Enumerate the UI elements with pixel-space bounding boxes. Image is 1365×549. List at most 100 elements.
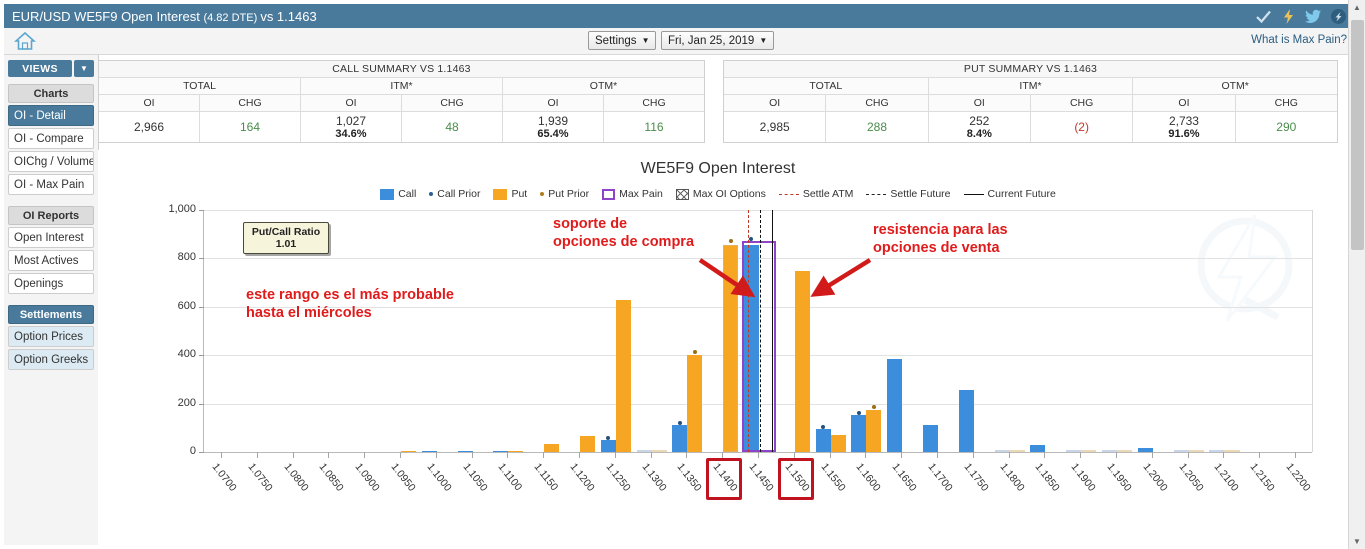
legend-item[interactable]: Call bbox=[380, 188, 416, 200]
x-tick bbox=[507, 452, 508, 458]
y-axis-label: 0 bbox=[136, 445, 196, 457]
legend-bar-swatch bbox=[380, 189, 394, 200]
sidebar-spacer bbox=[8, 197, 94, 206]
legend-line-swatch bbox=[964, 194, 984, 195]
call-bar bbox=[816, 429, 831, 452]
summary-group-row: TOTALITM*OTM* bbox=[724, 78, 1337, 95]
legend-item[interactable]: Settle Future bbox=[866, 188, 950, 200]
current-future-line bbox=[772, 210, 773, 452]
x-axis-label: 1.2050 bbox=[1176, 461, 1205, 494]
x-axis-label: 1.0700 bbox=[209, 461, 238, 494]
scroll-up-icon[interactable]: ▲ bbox=[1353, 3, 1361, 12]
legend-label: Call Prior bbox=[437, 188, 480, 200]
summary-value-cell: 48 bbox=[402, 112, 503, 142]
summary-value-cell: 288 bbox=[826, 112, 928, 142]
title-dte: (4.82 DTE) bbox=[203, 12, 260, 24]
chart-panel: WE5F9 Open Interest Call Call Prior Put Put… bbox=[98, 150, 1338, 545]
sidebar-item-oi-detail[interactable]: OI - Detail bbox=[8, 105, 94, 126]
y-axis-label: 1,000 bbox=[136, 203, 196, 215]
legend-item[interactable]: Put Prior bbox=[540, 188, 589, 200]
home-icon[interactable] bbox=[14, 31, 36, 51]
legend-label: Settle Future bbox=[890, 188, 950, 200]
legend-item[interactable]: Current Future bbox=[964, 188, 1056, 200]
sidebar-item-option-prices[interactable]: Option Prices bbox=[8, 326, 94, 347]
x-axis-label: 1.1000 bbox=[424, 461, 453, 494]
legend-item[interactable]: Put bbox=[493, 188, 527, 200]
x-tick bbox=[1080, 452, 1081, 458]
call-bar bbox=[672, 425, 687, 452]
call-bar bbox=[923, 425, 938, 452]
vertical-scrollbar[interactable]: ▲ ▼ bbox=[1348, 0, 1365, 549]
summary-column-header: OI bbox=[99, 95, 200, 112]
check-icon[interactable] bbox=[1255, 8, 1272, 25]
scroll-down-icon[interactable]: ▼ bbox=[1353, 537, 1361, 546]
x-axis-label: 1.1750 bbox=[961, 461, 990, 494]
summary-column-header: CHG bbox=[1236, 95, 1337, 112]
put-prior-marker bbox=[872, 405, 876, 409]
sidebar-item-open-interest[interactable]: Open Interest bbox=[8, 227, 94, 248]
x-tick bbox=[257, 452, 258, 458]
x-axis-label: 1.1950 bbox=[1105, 461, 1134, 494]
x-tick bbox=[400, 452, 401, 458]
x-axis-label: 1.1100 bbox=[496, 461, 525, 493]
views-row: VIEWS ▼ bbox=[8, 60, 94, 77]
put-prior-marker bbox=[729, 239, 733, 243]
legend-dot-swatch bbox=[540, 192, 544, 196]
summary-percent: 8.4% bbox=[967, 128, 992, 140]
x-axis-label: 1.1550 bbox=[818, 461, 847, 494]
legend-item[interactable]: Max OI Options bbox=[676, 188, 766, 200]
legend-label: Put Prior bbox=[548, 188, 589, 200]
call-bar bbox=[601, 440, 616, 452]
x-tick bbox=[937, 452, 938, 458]
y-axis-label: 400 bbox=[136, 348, 196, 360]
x-tick bbox=[472, 452, 473, 458]
quikstrike-icon[interactable] bbox=[1330, 8, 1347, 25]
sidebar-item-oichg-volume[interactable]: OIChg / Volume bbox=[8, 151, 94, 172]
x-axis: 1.07001.07501.08001.08501.09001.09501.10… bbox=[203, 452, 1313, 542]
views-dropdown-icon[interactable]: ▼ bbox=[74, 60, 94, 77]
sidebar-item-openings[interactable]: Openings bbox=[8, 273, 94, 294]
x-axis-label: 1.1850 bbox=[1033, 461, 1062, 494]
sidebar: VIEWS ▼ Charts OI - DetailOI - CompareOIC… bbox=[4, 55, 99, 545]
sidebar-group-header: Charts bbox=[8, 84, 94, 103]
scrollbar-thumb[interactable] bbox=[1351, 20, 1364, 250]
y-axis-label: 800 bbox=[136, 251, 196, 263]
support-arrow-icon bbox=[698, 258, 798, 318]
annotation-line: resistencia para las bbox=[873, 222, 1008, 240]
put-bar bbox=[687, 355, 702, 452]
x-axis-label: 1.2000 bbox=[1140, 461, 1169, 494]
summary-value-cell: (2) bbox=[1031, 112, 1133, 142]
sidebar-item-option-greeks[interactable]: Option Greeks bbox=[8, 349, 94, 370]
sidebar-item-oi-compare[interactable]: OI - Compare bbox=[8, 128, 94, 149]
x-axis-label: 1.2100 bbox=[1212, 461, 1241, 494]
legend-item[interactable]: Max Pain bbox=[602, 188, 663, 200]
titlebar-icons bbox=[1255, 8, 1347, 25]
views-button[interactable]: VIEWS bbox=[8, 60, 72, 77]
sidebar-spacer bbox=[8, 296, 94, 305]
settings-button[interactable]: Settings ▼ bbox=[588, 31, 656, 50]
summary-value: 1,939 bbox=[538, 114, 568, 128]
legend-item[interactable]: Call Prior bbox=[429, 188, 480, 200]
chevron-down-icon: ▼ bbox=[759, 37, 767, 45]
x-tick bbox=[1223, 452, 1224, 458]
x-tick bbox=[865, 452, 866, 458]
legend-label: Settle ATM bbox=[803, 188, 854, 200]
x-axis-label: 1.2200 bbox=[1284, 461, 1313, 494]
summary-percent: 34.6% bbox=[335, 128, 366, 140]
summary-value-row: 2,9661641,02734.6%481,93965.4%116 bbox=[99, 112, 704, 142]
lightning-icon[interactable] bbox=[1280, 8, 1297, 25]
x-tick bbox=[1044, 452, 1045, 458]
sidebar-item-most-actives[interactable]: Most Actives bbox=[8, 250, 94, 271]
x-tick bbox=[543, 452, 544, 458]
twitter-icon[interactable] bbox=[1305, 8, 1322, 25]
summary-column-header: OI bbox=[503, 95, 604, 112]
what-is-max-pain-link[interactable]: What is Max Pain? bbox=[1251, 34, 1347, 46]
summary-value: 1,027 bbox=[336, 114, 366, 128]
put-summary-title: PUT SUMMARY VS 1.1463 bbox=[724, 61, 1337, 78]
chart-title: WE5F9 Open Interest bbox=[98, 160, 1338, 178]
sidebar-item-oi-max-pain[interactable]: OI - Max Pain bbox=[8, 174, 94, 195]
date-selector[interactable]: Fri, Jan 25, 2019 ▼ bbox=[661, 31, 774, 50]
summary-column-header: OI bbox=[724, 95, 826, 112]
legend-item[interactable]: Settle ATM bbox=[779, 188, 854, 200]
legend-label: Max OI Options bbox=[693, 188, 766, 200]
